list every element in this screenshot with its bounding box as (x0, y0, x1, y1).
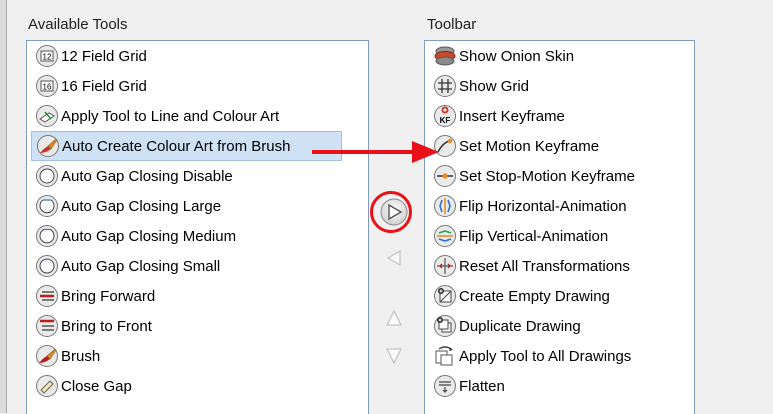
item-label: Reset All Transformations (459, 257, 630, 275)
stop-motion-keyframe-icon (433, 164, 457, 188)
available-tool-item[interactable]: Bring Forward (27, 281, 368, 311)
apply-line-colour-icon (35, 104, 59, 128)
item-label: Set Motion Keyframe (459, 137, 600, 155)
item-label: Auto Gap Closing Disable (61, 167, 233, 185)
item-label: Duplicate Drawing (459, 317, 581, 335)
bring-to-front-icon (35, 314, 59, 338)
item-label: Insert Keyframe (459, 107, 565, 125)
item-label: Create Empty Drawing (459, 287, 610, 305)
available-tool-item[interactable]: Auto Gap Closing Small (27, 251, 368, 281)
toolbar-list[interactable]: Show Onion Skin Show Grid KF Insert Keyfram… (424, 40, 695, 414)
field-grid-16-icon: 16 (35, 74, 59, 98)
toolbar-item[interactable]: Show Onion Skin (425, 41, 694, 71)
bring-forward-icon (35, 284, 59, 308)
toolbar-item[interactable]: Show Grid (425, 71, 694, 101)
toolbar-header: Toolbar (427, 16, 477, 33)
available-tools-header: Available Tools (28, 16, 128, 33)
move-down-button[interactable] (379, 340, 409, 370)
gap-closing-medium-icon (35, 224, 59, 248)
create-empty-drawing-icon (433, 284, 457, 308)
duplicate-drawing-icon (433, 314, 457, 338)
window-edge (0, 0, 7, 413)
item-label: Auto Gap Closing Medium (61, 227, 237, 245)
available-tool-item[interactable]: 16 16 Field Grid (27, 71, 368, 101)
toolbar-item[interactable]: Flatten (425, 371, 694, 401)
toolbar-item[interactable]: Set Motion Keyframe (425, 131, 694, 161)
move-up-button[interactable] (379, 304, 409, 334)
flip-vertical-icon (433, 224, 457, 248)
available-tool-item[interactable]: Auto Gap Closing Large (27, 191, 368, 221)
svg-text:12: 12 (43, 53, 52, 62)
svg-text:KF: KF (440, 116, 451, 125)
toolbar-item[interactable]: Duplicate Drawing (425, 311, 694, 341)
close-gap-icon (35, 374, 59, 398)
arrow-left-icon (386, 249, 401, 267)
item-label: Flip Horizontal-Animation (459, 197, 627, 215)
insert-keyframe-icon: KF (433, 104, 457, 128)
arrow-down-icon (385, 348, 403, 365)
item-label: 12 Field Grid (61, 47, 147, 65)
item-label: Set Stop-Motion Keyframe (459, 167, 635, 185)
svg-text:16: 16 (43, 83, 52, 92)
item-label: Flip Vertical-Animation (459, 227, 609, 245)
onion-skin-icon (433, 44, 457, 68)
item-label: Auto Create Colour Art from Brush (62, 137, 291, 155)
remove-from-toolbar-button[interactable] (379, 243, 409, 273)
available-tool-item[interactable]: Bring to Front (27, 311, 368, 341)
gap-closing-small-icon (35, 254, 59, 278)
item-label: Close Gap (61, 377, 132, 395)
available-tools-list[interactable]: 12 12 Field Grid 16 16 Field Grid Apply Tool… (26, 40, 369, 414)
brush-create-colour-icon (36, 134, 60, 158)
available-tool-item[interactable]: 12 12 Field Grid (27, 41, 368, 71)
item-label: Show Grid (459, 77, 530, 95)
brush-icon (35, 344, 59, 368)
field-grid-12-icon: 12 (35, 44, 59, 68)
item-label: Auto Gap Closing Large (61, 197, 222, 215)
item-label: Apply Tool to All Drawings (459, 347, 632, 365)
item-label: Auto Gap Closing Small (61, 257, 221, 275)
apply-all-drawings-icon (433, 344, 457, 368)
item-label: Brush (61, 347, 101, 365)
item-label: Flatten (459, 377, 505, 395)
available-tool-item[interactable]: Brush (27, 341, 368, 371)
item-label: Bring to Front (61, 317, 152, 335)
available-tool-item[interactable]: Auto Create Colour Art from Brush (31, 131, 342, 161)
gap-closing-large-icon (35, 194, 59, 218)
toolbar-item[interactable]: Set Stop-Motion Keyframe (425, 161, 694, 191)
item-label: Apply Tool to Line and Colour Art (61, 107, 280, 125)
toolbar-item[interactable]: Flip Vertical-Animation (425, 221, 694, 251)
flip-horizontal-icon (433, 194, 457, 218)
toolbar-item[interactable]: Create Empty Drawing (425, 281, 694, 311)
grid-icon (433, 74, 457, 98)
reset-transformations-icon (433, 254, 457, 278)
gap-closing-disable-icon (35, 164, 59, 188)
annotation-arrow-icon (312, 141, 439, 163)
item-label: 16 Field Grid (61, 77, 147, 95)
item-label: Show Onion Skin (459, 47, 575, 65)
highlight-circle (370, 191, 412, 233)
available-tool-item[interactable]: Close Gap (27, 371, 368, 401)
available-tool-item[interactable]: Apply Tool to Line and Colour Art (27, 101, 368, 131)
arrow-up-icon (385, 309, 403, 326)
toolbar-item[interactable]: Apply Tool to All Drawings (425, 341, 694, 371)
toolbar-item[interactable]: Flip Horizontal-Animation (425, 191, 694, 221)
item-label: Bring Forward (61, 287, 156, 305)
toolbar-item[interactable]: KF Insert Keyframe (425, 101, 694, 131)
available-tool-item[interactable]: Auto Gap Closing Medium (27, 221, 368, 251)
flatten-icon (433, 374, 457, 398)
toolbar-item[interactable]: Reset All Transformations (425, 251, 694, 281)
